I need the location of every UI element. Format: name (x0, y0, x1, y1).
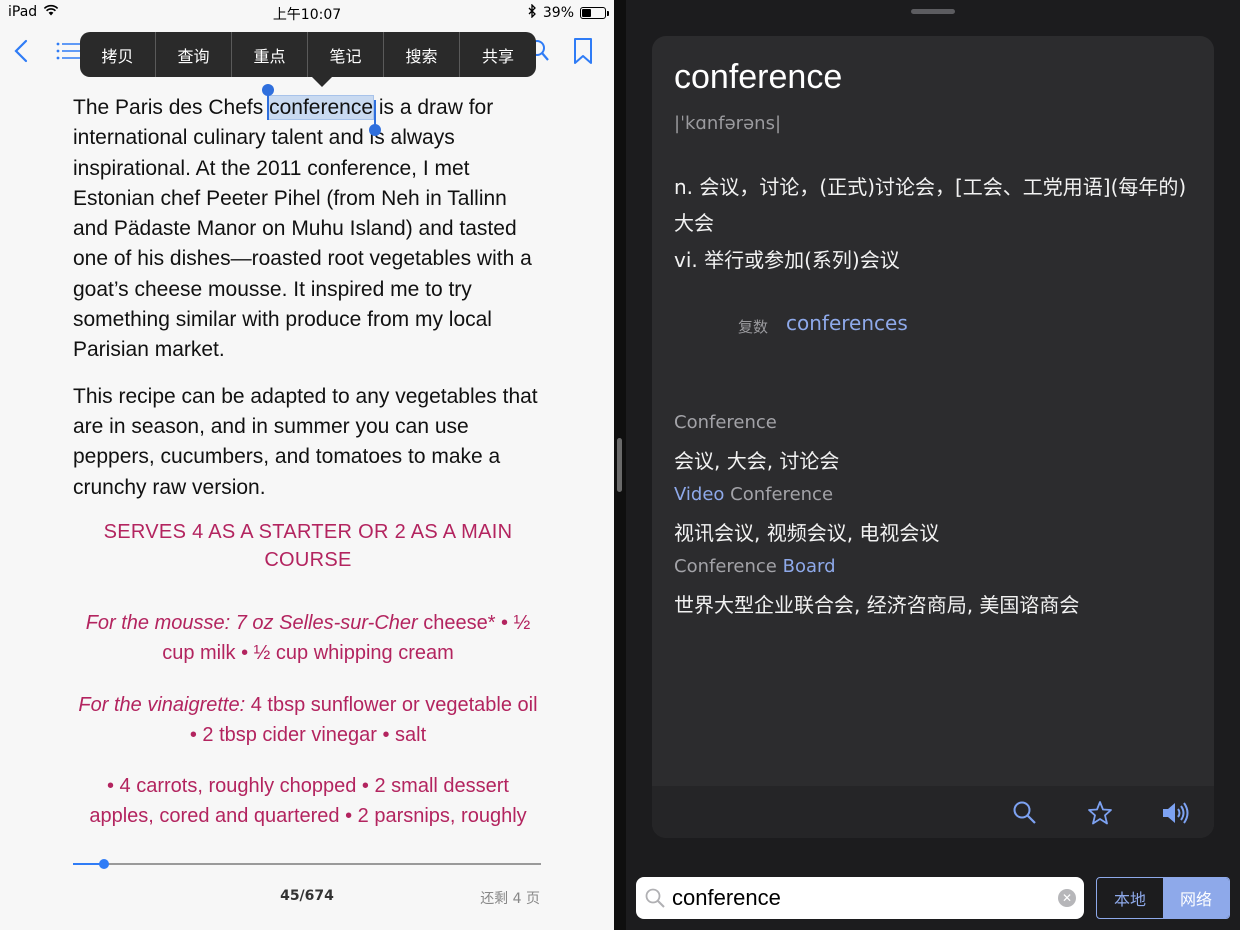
progress-track[interactable] (73, 863, 541, 865)
menu-look-up[interactable]: 查询 (156, 32, 232, 77)
star-icon (1088, 801, 1112, 825)
serves-heading: SERVES 4 AS A STARTER OR 2 AS A MAIN COU… (103, 521, 513, 571)
clear-icon[interactable]: ✕ (1058, 889, 1076, 907)
ingredients-mousse: For the mousse: 7 oz Selles-sur-Cher che… (85, 612, 531, 664)
segment-online[interactable]: 网络 (1163, 878, 1229, 918)
definition-verb: vi. 举行或参加(系列)会议 (674, 248, 900, 272)
status-bar: iPad 上午10:07 39% (0, 0, 614, 24)
card-toolbar (652, 786, 1214, 838)
search-icon (1013, 801, 1036, 824)
phrase-3-link[interactable]: Board (783, 556, 836, 577)
search-input[interactable] (672, 881, 1052, 915)
table-of-contents-button[interactable] (56, 40, 80, 62)
pane-grabber[interactable] (911, 9, 955, 14)
source-segmented-control: 本地 网络 (1096, 877, 1230, 919)
menu-copy[interactable]: 拷贝 (80, 32, 156, 77)
phrase-3[interactable]: Conference Board (674, 556, 836, 577)
bookmark-button[interactable] (572, 36, 594, 66)
progress-slider-knob[interactable] (99, 859, 109, 869)
lookup-search-button[interactable] (1012, 800, 1038, 826)
bluetooth-icon (528, 3, 537, 22)
phrase-2-translation: 视讯会议, 视频会议, 电视会议 (674, 521, 940, 545)
reader-pane: iPad 上午10:07 39% 拷贝 查询 重点 笔记 搜索 共享 The P… (0, 0, 614, 930)
pages-remaining: 还剩 4 页 (480, 891, 540, 907)
phonetic: |ˈkɑnfərəns| (674, 113, 782, 134)
search-field[interactable]: ✕ (636, 877, 1084, 919)
menu-pointer (311, 76, 333, 87)
selected-word[interactable]: conference (268, 95, 374, 120)
favorite-button[interactable] (1087, 800, 1113, 826)
menu-share[interactable]: 共享 (460, 32, 536, 77)
list-icon (56, 42, 80, 60)
battery-icon (580, 7, 609, 19)
definition-noun: n. 会议，讨论，(正式)讨论会，[工会、工党用语](每年的)大会 (674, 175, 1187, 235)
segment-local[interactable]: 本地 (1097, 878, 1163, 918)
plural-link[interactable]: conferences (786, 311, 908, 335)
menu-highlight[interactable]: 重点 (232, 32, 308, 77)
clock: 上午10:07 (272, 7, 342, 23)
selection-start-line (267, 94, 269, 120)
phrase-3-translation: 世界大型企业联合会, 经济咨商局, 美国谘商会 (674, 593, 1080, 617)
search-icon (645, 888, 665, 908)
phrase-1-translation: 会议, 大会, 讨论会 (674, 449, 840, 473)
book-text: The Paris des Chefs conference is a draw… (73, 93, 543, 519)
menu-note[interactable]: 笔记 (308, 32, 384, 77)
phrase-2[interactable]: Video Conference (674, 484, 833, 505)
paragraph-1: The Paris des Chefs conference is a draw… (73, 95, 532, 362)
back-button[interactable] (10, 36, 34, 66)
phrase-1[interactable]: Conference (674, 412, 777, 433)
dictionary-pane: conference |ˈkɑnfərəns| n. 会议，讨论，(正式)讨论会… (626, 0, 1240, 930)
selection-context-menu: 拷贝 查询 重点 笔记 搜索 共享 (80, 32, 536, 77)
chevron-left-icon (14, 39, 28, 63)
ingredients-vegetables: • 4 carrots, roughly chopped • 2 small d… (89, 775, 527, 827)
selection-end-line (374, 100, 376, 126)
plural-label: 复数 (738, 318, 769, 336)
split-view-handle[interactable] (617, 438, 622, 492)
bookmark-icon (574, 38, 592, 64)
menu-search[interactable]: 搜索 (384, 32, 460, 77)
selection-end-handle[interactable] (369, 124, 381, 136)
definition-card: conference |ˈkɑnfərəns| n. 会议，讨论，(正式)讨论会… (652, 36, 1214, 838)
ingredients-vinaigrette: For the vinaigrette: 4 tbsp sunflower or… (78, 694, 538, 746)
phrase-2-link[interactable]: Video (674, 484, 724, 505)
headword: conference (674, 58, 843, 96)
pronounce-button[interactable] (1161, 800, 1189, 826)
paragraph-2: This recipe can be adapted to any vegeta… (73, 384, 538, 499)
selection-start-handle[interactable] (262, 84, 274, 96)
speaker-icon (1163, 802, 1189, 824)
battery-percent: 39% (542, 5, 574, 21)
